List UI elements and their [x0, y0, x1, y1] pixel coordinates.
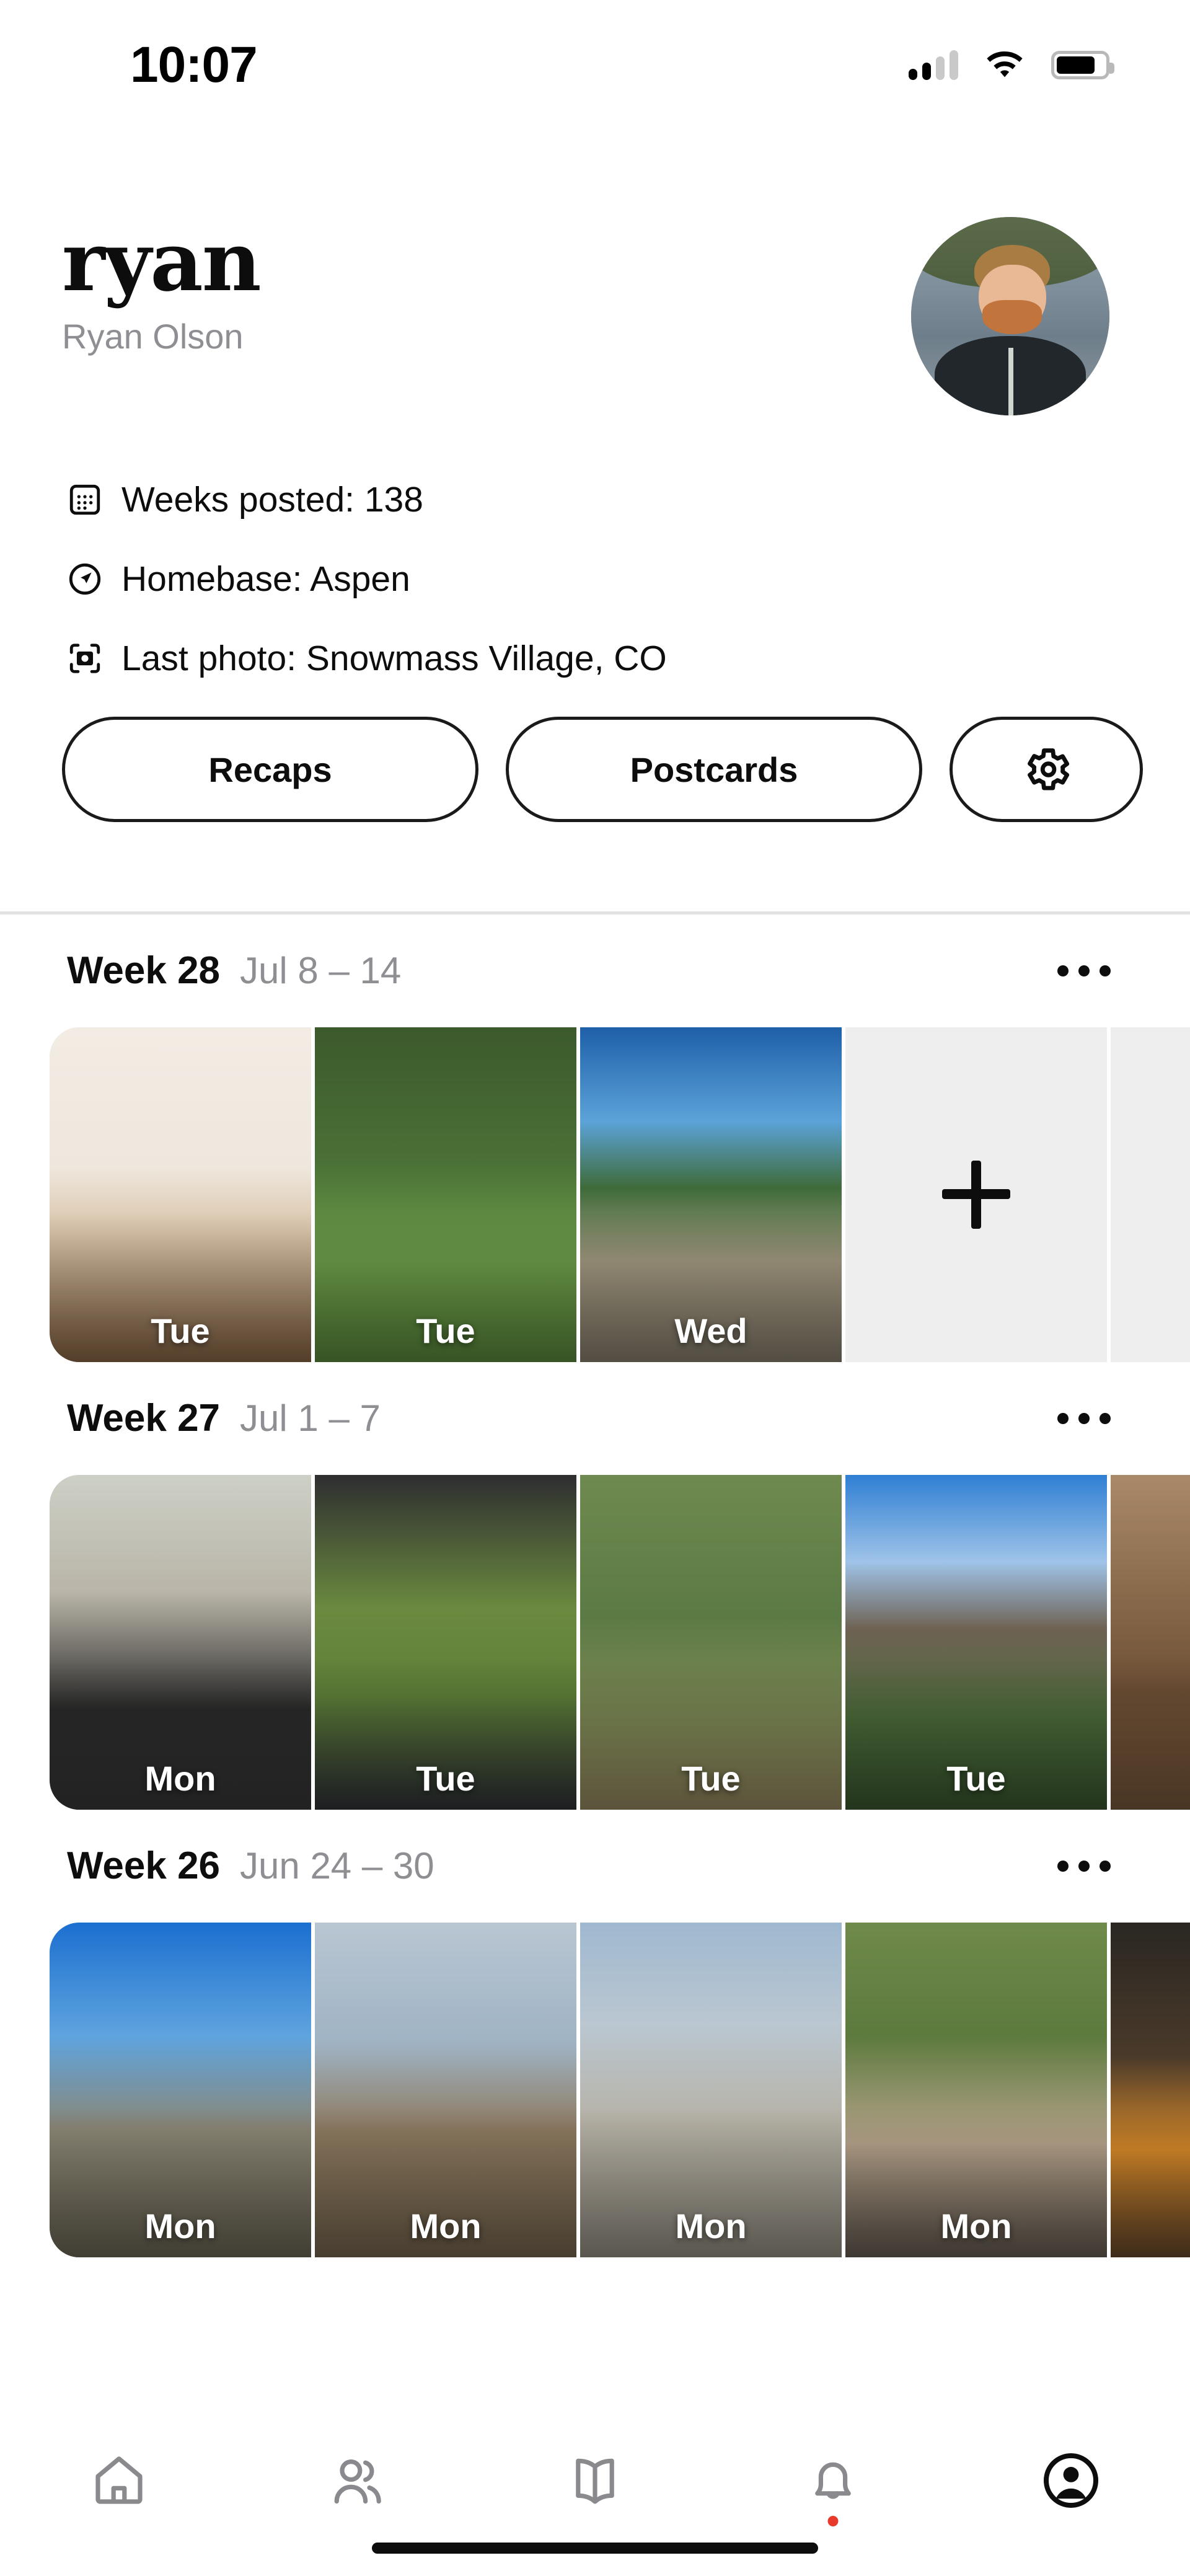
photo-tile[interactable]: [1111, 1923, 1190, 2257]
camera-icon: [69, 644, 100, 673]
nav-item-book[interactable]: [514, 2437, 676, 2524]
week-section: Week 28 Jul 8 – 14 Tue Tue Wed: [0, 914, 1190, 1362]
profile-action-buttons: Recaps Postcards: [0, 698, 1190, 822]
empty-photo-tile[interactable]: [1111, 1027, 1190, 1362]
week-feed: Week 28 Jul 8 – 14 Tue Tue Wed Week 27 Jul 1 –…: [0, 914, 1190, 2257]
nav-item-home[interactable]: [38, 2437, 200, 2524]
info-row-label: Homebase: Aspen: [121, 559, 410, 599]
week-date-range: Jul 8 – 14: [240, 950, 402, 991]
week-title: Week 28: [67, 949, 221, 992]
notification-badge: [827, 2516, 839, 2526]
photo-tile[interactable]: Mon: [845, 1923, 1107, 2257]
week-title: Week 27: [67, 1397, 221, 1440]
nav-item-notifications[interactable]: [752, 2437, 914, 2526]
profile-names: ryan Ryan Olson: [62, 214, 262, 356]
photo-tile[interactable]: [1111, 1475, 1190, 1810]
week-photo-strip[interactable]: Mon Tue Tue Tue: [0, 1475, 1190, 1810]
plus-icon: [942, 1161, 1010, 1229]
week-section: Week 27 Jul 1 – 7 Mon Tue Tue Tue: [0, 1362, 1190, 1810]
status-bar-time: 10:07: [130, 37, 258, 93]
photo-tile[interactable]: Mon: [50, 1475, 311, 1810]
week-header: Week 27 Jul 1 – 7: [0, 1362, 1190, 1475]
app-screen: 10:07 ryan Ryan Olson Weeks posted: 138 …: [0, 0, 1190, 2576]
calendar-icon: [69, 484, 100, 515]
photo-tile[interactable]: Mon: [315, 1923, 576, 2257]
info-row-label: Weeks posted: 138: [121, 479, 423, 520]
photo-tile[interactable]: Tue: [845, 1475, 1107, 1810]
settings-button[interactable]: [950, 717, 1143, 822]
nav-item-friends[interactable]: [276, 2437, 438, 2524]
nav-item-profile[interactable]: [990, 2437, 1152, 2524]
photo-tile[interactable]: Wed: [580, 1027, 842, 1362]
bell-icon: [815, 2462, 851, 2499]
profile-header: ryan Ryan Olson Weeks posted: 138 Homeba…: [0, 130, 1190, 822]
ellipsis-icon[interactable]: [1045, 953, 1123, 989]
photo-tile[interactable]: Tue: [315, 1027, 576, 1362]
status-bar: 10:07: [0, 0, 1190, 130]
photo-tile[interactable]: Mon: [50, 1923, 311, 2257]
avatar[interactable]: [911, 217, 1109, 415]
photo-day-label: Tue: [681, 1759, 741, 1798]
photo-day-label: Mon: [940, 2206, 1012, 2246]
ellipsis-icon[interactable]: [1045, 1848, 1123, 1884]
photo-day-label: Mon: [144, 1759, 216, 1798]
photo-day-label: Mon: [144, 2206, 216, 2246]
profile-full-name: Ryan Olson: [62, 317, 244, 356]
home-icon: [95, 2456, 143, 2504]
week-section: Week 26 Jun 24 – 30 Mon Mon Mon Mon: [0, 1810, 1190, 2257]
photo-day-label: Mon: [410, 2206, 482, 2246]
week-title: Week 26: [67, 1844, 221, 1887]
photo-day-label: Mon: [675, 2206, 747, 2246]
info-row-weeks-posted: Weeks posted: 138: [67, 460, 1190, 539]
week-photo-strip[interactable]: Mon Mon Mon Mon: [0, 1923, 1190, 2257]
week-date-range: Jun 24 – 30: [240, 1845, 434, 1887]
cellular-signal-icon: [909, 50, 958, 80]
photo-day-label: Tue: [416, 1311, 475, 1350]
photo-day-label: Tue: [151, 1311, 210, 1350]
add-photo-tile[interactable]: [845, 1027, 1107, 1362]
navigation-arrow-icon: [69, 563, 101, 595]
photo-tile[interactable]: Tue: [315, 1475, 576, 1810]
book-icon: [576, 2458, 614, 2504]
info-row-last-photo: Last photo: Snowmass Village, CO: [67, 619, 1190, 698]
status-bar-icons: [909, 50, 1114, 80]
ellipsis-icon[interactable]: [1045, 1401, 1123, 1436]
wifi-icon: [987, 51, 1023, 77]
photo-tile[interactable]: Tue: [580, 1475, 842, 1810]
photo-tile[interactable]: Mon: [580, 1923, 842, 2257]
people-icon: [334, 2459, 381, 2504]
gear-icon: [1028, 748, 1070, 790]
profile-info-list: Weeks posted: 138 Homebase: Aspen Last p…: [0, 415, 1190, 698]
page-title: ryan: [62, 214, 262, 310]
recaps-button[interactable]: Recaps: [62, 717, 478, 822]
week-photo-strip[interactable]: Tue Tue Wed: [0, 1027, 1190, 1362]
week-date-range: Jul 1 – 7: [240, 1397, 381, 1439]
week-header: Week 28 Jul 8 – 14: [0, 914, 1190, 1027]
photo-day-label: Tue: [946, 1759, 1006, 1798]
postcards-button[interactable]: Postcards: [506, 717, 922, 822]
info-row-homebase: Homebase: Aspen: [67, 539, 1190, 619]
photo-day-label: Tue: [416, 1759, 475, 1798]
home-indicator: [372, 2543, 818, 2554]
photo-tile[interactable]: Tue: [50, 1027, 311, 1362]
account-circle-icon: [1044, 2453, 1098, 2508]
battery-icon: [1051, 51, 1114, 79]
week-header: Week 26 Jun 24 – 30: [0, 1810, 1190, 1923]
photo-day-label: Wed: [674, 1311, 747, 1350]
info-row-label: Last photo: Snowmass Village, CO: [121, 638, 667, 678]
